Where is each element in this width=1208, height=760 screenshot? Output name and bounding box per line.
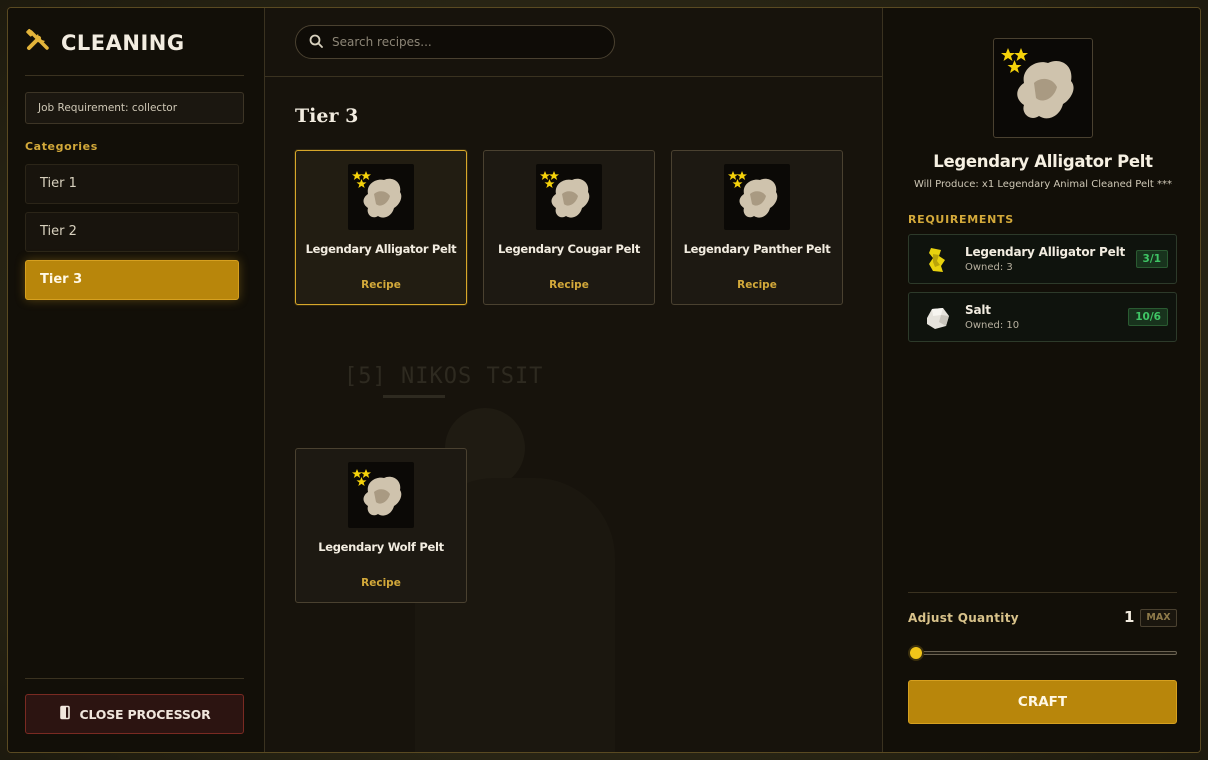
divider: [25, 75, 244, 76]
pelt-icon: [724, 164, 790, 230]
recipe-name: Legendary Cougar Pelt: [497, 242, 641, 256]
category-tier-3[interactable]: Tier 3: [25, 260, 239, 300]
requirements-heading: REQUIREMENTS: [908, 213, 1014, 226]
job-requirement: Job Requirement: collector: [25, 92, 244, 124]
recipe-kind: Recipe: [737, 279, 777, 291]
requirement-name: Legendary Alligator Pelt: [965, 245, 1126, 259]
quantity-slider[interactable]: [912, 651, 1177, 655]
item-produce: Will Produce: x1 Legendary Animal Cleane…: [913, 179, 1172, 190]
craft-button[interactable]: CRAFT: [908, 680, 1177, 724]
requirement-row: Legendary Alligator Pelt Owned: 3 3/1: [908, 234, 1177, 284]
search-input[interactable]: [332, 35, 592, 49]
processor-window: CLEANING Job Requirement: collector Cate…: [7, 7, 1201, 753]
close-processor-label: CLOSE PROCESSOR: [79, 706, 211, 722]
door-icon: [58, 705, 73, 723]
player-nametag: [5] NIKOS TSIT: [344, 364, 544, 389]
divider: [265, 76, 882, 77]
player-nametag-bar: [383, 395, 445, 398]
tier-title: Tier 3: [295, 105, 359, 127]
recipe-card-panther[interactable]: Legendary Panther Pelt Recipe: [671, 150, 843, 305]
requirement-row: Salt Owned: 10 10/6: [908, 292, 1177, 342]
requirement-name: Salt: [965, 303, 991, 317]
divider: [908, 592, 1177, 593]
alligator-pelt-icon: [921, 244, 953, 276]
pelt-icon: [348, 462, 414, 528]
requirement-owned: Owned: 3: [965, 262, 1013, 273]
recipe-kind: Recipe: [361, 279, 401, 291]
quantity-slider-thumb[interactable]: [908, 645, 924, 661]
recipe-kind: Recipe: [361, 577, 401, 589]
category-tier-1[interactable]: Tier 1: [25, 164, 239, 204]
pelt-icon: [348, 164, 414, 230]
item-preview: [993, 38, 1093, 138]
requirement-badge: 3/1: [1135, 250, 1168, 268]
brand: CLEANING: [25, 28, 185, 58]
recipe-name: Legendary Alligator Pelt: [305, 242, 457, 256]
recipe-kind: Recipe: [549, 279, 589, 291]
divider: [25, 678, 244, 679]
tools-icon: [25, 28, 51, 58]
recipe-name: Legendary Panther Pelt: [683, 242, 831, 256]
recipe-card-alligator[interactable]: Legendary Alligator Pelt Recipe: [295, 150, 467, 305]
search-icon: [309, 33, 323, 52]
categories-heading: Categories: [25, 140, 98, 153]
close-processor-button[interactable]: CLOSE PROCESSOR: [25, 694, 244, 734]
pelt-icon: [1001, 48, 1074, 119]
salt-icon: [921, 302, 953, 334]
category-tier-2[interactable]: Tier 2: [25, 212, 239, 252]
quantity-label: Adjust Quantity: [908, 611, 1019, 625]
requirement-owned: Owned: 10: [965, 320, 1020, 331]
recipe-detail-panel: Legendary Alligator Pelt Will Produce: x…: [882, 8, 1200, 752]
max-quantity-button[interactable]: MAX: [1140, 609, 1177, 627]
requirement-badge: 10/6: [1128, 308, 1168, 326]
recipe-card-cougar[interactable]: Legendary Cougar Pelt Recipe: [483, 150, 655, 305]
recipe-list-panel: [5] NIKOS TSIT Tier 3: [265, 8, 882, 752]
sidebar: CLEANING Job Requirement: collector Cate…: [8, 8, 265, 752]
recipe-card-wolf[interactable]: Legendary Wolf Pelt Recipe: [295, 448, 467, 603]
quantity-value: 1: [1124, 608, 1135, 626]
pelt-icon: [536, 164, 602, 230]
search-box[interactable]: [295, 25, 615, 59]
recipe-name: Legendary Wolf Pelt: [318, 540, 444, 554]
item-title: Legendary Alligator Pelt: [933, 152, 1153, 171]
app-title: CLEANING: [61, 31, 185, 55]
